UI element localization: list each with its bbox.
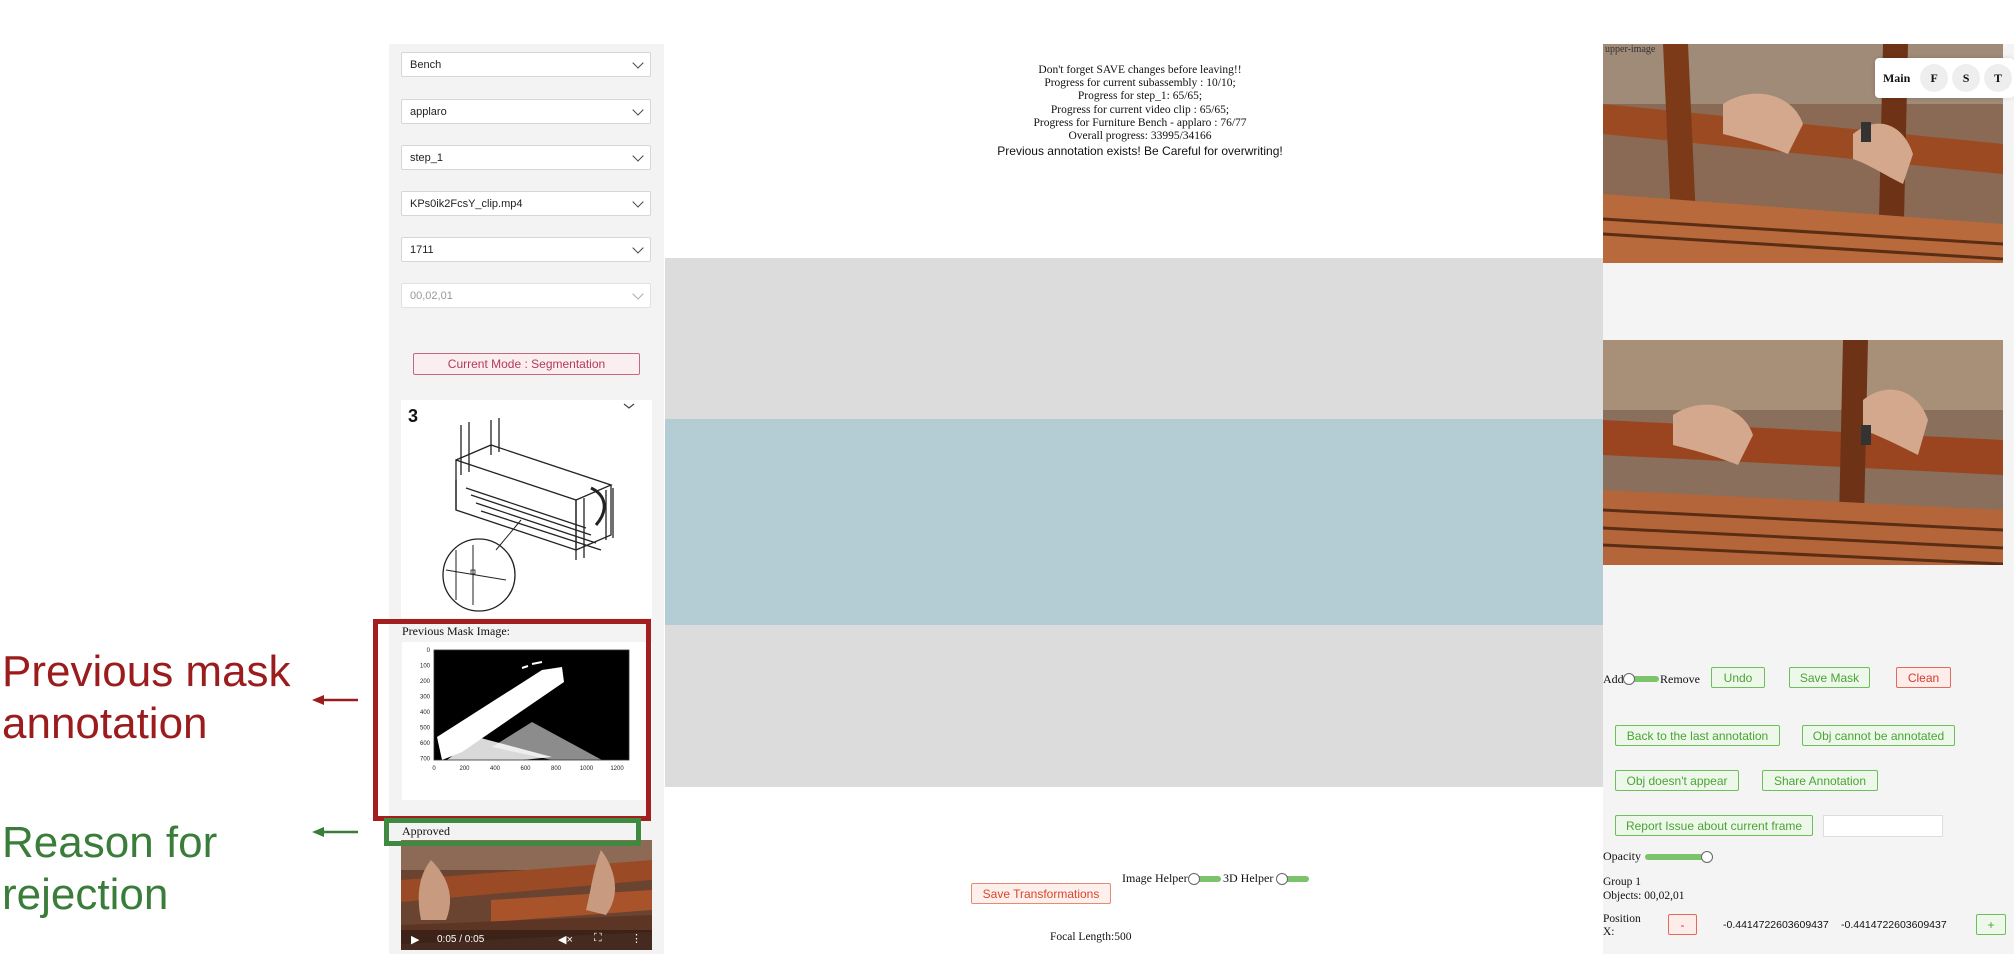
red-arrow-head: [312, 695, 324, 705]
image-helper-knob[interactable]: [1188, 873, 1200, 885]
report-issue-input[interactable]: [1823, 815, 1943, 837]
chevron-down-icon: [632, 149, 644, 162]
bench-assembly-diagram-icon: [442, 403, 635, 612]
upper-image-alt: upper-image: [1605, 44, 1656, 55]
3d-helper-label: 3D Helper: [1223, 871, 1274, 885]
mute-icon[interactable]: ◀×: [558, 933, 573, 946]
model-select[interactable]: applaro: [401, 99, 651, 124]
manual-image: 3: [401, 400, 652, 618]
obj-cannot-be-annotated-button[interactable]: Obj cannot be annotated: [1802, 725, 1955, 746]
opacity-slider-knob[interactable]: [1701, 851, 1713, 863]
view-tabs: Main F S T: [1875, 58, 2014, 98]
undo-button[interactable]: Undo: [1711, 667, 1765, 688]
model-select-value: applaro: [410, 105, 447, 118]
position-x-label: X:: [1603, 926, 1615, 938]
info-line-step: Progress for step_1: 65/65;: [1077, 90, 1203, 103]
fullscreen-icon[interactable]: ⛶: [594, 932, 602, 945]
object-select-value: 00,02,01: [410, 289, 453, 302]
save-transformations-button[interactable]: Save Transformations: [971, 883, 1111, 904]
position-x-input[interactable]: -0.4414722603609437: [1841, 919, 1947, 931]
opacity-slider[interactable]: [1645, 854, 1707, 860]
share-annotation-button[interactable]: Share Annotation: [1762, 770, 1878, 791]
overwrite-warning: Previous annotation exists! Be Careful f…: [997, 144, 1283, 159]
info-line-save: Don't forget SAVE changes before leaving…: [1038, 64, 1242, 76]
position-x-increment-button[interactable]: +: [1976, 914, 2006, 935]
chevron-down-icon: [632, 287, 644, 300]
chevron-down-icon: [632, 241, 644, 254]
info-line-furniture: Progress for Furniture Bench - applaro :…: [1033, 116, 1247, 129]
video-time: 0:05 / 0:05: [437, 934, 485, 945]
tab-main[interactable]: Main: [1877, 64, 1916, 92]
canvas-3d-view[interactable]: [665, 419, 1603, 625]
add-remove-knob[interactable]: [1623, 673, 1635, 685]
previous-mask-highlight-box: [373, 619, 651, 821]
more-icon[interactable]: ⋮: [631, 932, 642, 945]
callout-arrows: [312, 695, 358, 837]
canvas-band-top: [665, 258, 1603, 419]
position-label: Position: [1603, 913, 1641, 925]
furniture-select-value: Bench: [410, 58, 442, 71]
info-line-overall: Overall progress: 33995/34166: [1068, 130, 1212, 143]
tab-f[interactable]: F: [1920, 64, 1949, 92]
back-to-last-annotation-button[interactable]: Back to the last annotation: [1615, 725, 1780, 746]
mode-button[interactable]: Current Mode : Segmentation: [413, 353, 640, 375]
video-player[interactable]: ▶ 0:05 / 0:05 ◀× ⛶ ⋮: [401, 840, 652, 950]
focal-length: Focal Length:500: [1050, 931, 1132, 943]
image-helper-label: Image Helper: [1122, 871, 1188, 885]
info-line-clip: Progress for current video clip : 65/65;: [1050, 103, 1230, 116]
add-remove-toggle[interactable]: [1631, 676, 1659, 682]
canvas-band-bottom: [665, 625, 1603, 787]
remove-label: Remove: [1660, 672, 1700, 686]
report-issue-button[interactable]: Report Issue about current frame: [1615, 815, 1813, 836]
reason-highlight-box: [384, 818, 641, 846]
green-arrow-head: [312, 827, 324, 837]
opacity-label: Opacity: [1603, 849, 1641, 863]
chevron-down-icon: [632, 103, 644, 116]
play-icon[interactable]: ▶: [411, 933, 419, 946]
3d-helper-knob[interactable]: [1276, 873, 1288, 885]
video-select[interactable]: KPs0ik2FcsY_clip.mp4: [401, 191, 651, 216]
tab-s[interactable]: S: [1952, 64, 1981, 92]
chevron-down-icon: [632, 56, 644, 69]
objects-label: Objects: 00,02,01: [1603, 890, 1685, 902]
video-select-value: KPs0ik2FcsY_clip.mp4: [410, 197, 523, 210]
frame-select-value: 1711: [410, 243, 434, 256]
info-line-subassembly: Progress for current subassembly : 10/10…: [1044, 77, 1236, 90]
lower-photo: [1603, 340, 2003, 565]
clean-button[interactable]: Clean: [1896, 667, 1951, 688]
group-label: Group 1: [1603, 876, 1642, 888]
position-x-value: -0.4414722603609437: [1723, 919, 1829, 931]
object-select: 00,02,01: [401, 283, 651, 308]
furniture-select[interactable]: Bench: [401, 52, 651, 77]
step-select-value: step_1: [410, 151, 444, 164]
save-mask-button[interactable]: Save Mask: [1789, 667, 1870, 688]
progress-info: Don't forget SAVE changes before leaving…: [840, 64, 1440, 158]
collapse-icon: [623, 403, 635, 409]
step-select[interactable]: step_1: [401, 145, 651, 170]
tab-t[interactable]: T: [1984, 64, 2013, 92]
obj-doesnt-appear-button[interactable]: Obj doesn't appear: [1615, 770, 1739, 791]
position-x-decrement-button[interactable]: -: [1668, 914, 1697, 935]
lower-image: [1603, 340, 2003, 565]
frame-select[interactable]: 1711: [401, 237, 651, 262]
add-label: Add: [1603, 672, 1624, 686]
chevron-down-icon: [632, 195, 644, 208]
